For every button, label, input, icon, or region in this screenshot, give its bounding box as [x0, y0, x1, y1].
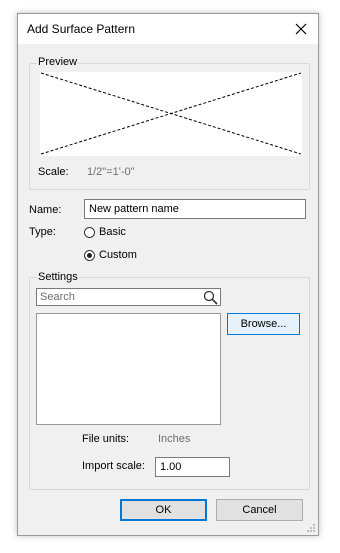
radio-selected-dot	[87, 253, 92, 258]
browse-button[interactable]: Browse...	[227, 313, 300, 335]
file-units-label: File units:	[82, 433, 130, 445]
ok-button[interactable]: OK	[120, 499, 207, 521]
search-icon[interactable]	[203, 290, 218, 305]
cancel-button[interactable]: Cancel	[216, 499, 303, 521]
settings-group-label: Settings	[37, 271, 79, 283]
search-box[interactable]	[36, 288, 221, 306]
scale-label: Scale:	[38, 166, 69, 178]
title-bar: Add Surface Pattern	[18, 14, 318, 44]
name-label: Name:	[29, 204, 62, 216]
type-custom-radio[interactable]	[84, 250, 95, 261]
type-label: Type:	[29, 226, 56, 238]
dialog-title: Add Surface Pattern	[27, 22, 136, 36]
resize-grip-icon[interactable]	[306, 523, 316, 533]
add-surface-pattern-dialog: Add Surface Pattern Preview Scale: 1/2"=…	[17, 13, 319, 536]
type-basic-label[interactable]: Basic	[99, 226, 126, 238]
pattern-file-list[interactable]	[36, 313, 221, 425]
pattern-preview-canvas	[40, 72, 302, 156]
preview-group-label: Preview	[37, 56, 79, 68]
type-custom-label[interactable]: Custom	[99, 249, 137, 261]
scale-value: 1/2"=1'-0"	[87, 166, 135, 178]
type-basic-radio[interactable]	[84, 227, 95, 238]
name-field[interactable]	[84, 199, 306, 219]
close-icon	[295, 23, 307, 35]
import-scale-field[interactable]	[155, 457, 230, 477]
import-scale-label: Import scale:	[82, 460, 145, 472]
close-button[interactable]	[290, 18, 312, 40]
search-input[interactable]	[37, 289, 200, 305]
no-preview-cross	[40, 72, 302, 155]
file-units-value: Inches	[158, 433, 191, 445]
